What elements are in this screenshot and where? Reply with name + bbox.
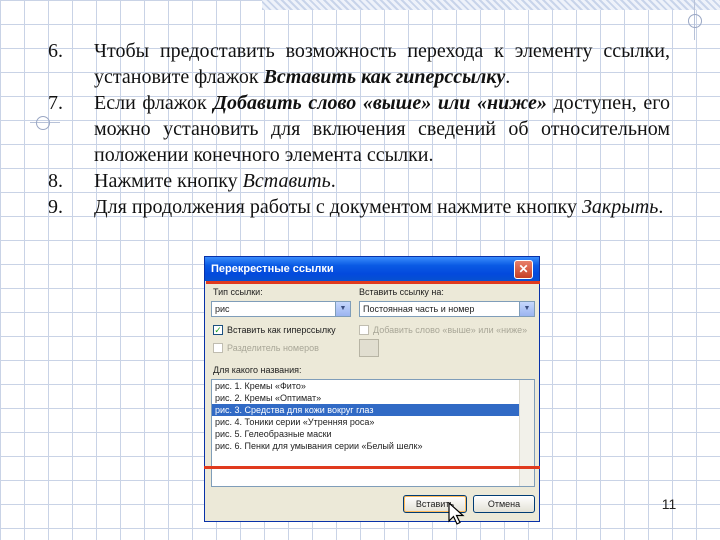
step-number: 9.: [48, 196, 63, 218]
hyperlink-checkbox-label: Вставить как гиперссылку: [227, 325, 336, 335]
reference-type-label: Тип ссылки:: [213, 287, 263, 297]
cross-reference-dialog: Перекрестные ссылки ✕ Тип ссылки: рис ▼ …: [204, 256, 540, 522]
step-text: Нажмите кнопку Вставить.: [94, 170, 336, 192]
separator-checkbox-row[interactable]: Разделитель номеров: [213, 343, 319, 353]
option-name: Добавить слово «выше» или «ниже»: [213, 92, 547, 114]
decorative-top-band: [262, 0, 720, 10]
instruction-step-8: 8. Нажмите кнопку Вставить.: [48, 168, 670, 194]
separator-checkbox[interactable]: [213, 343, 223, 353]
list-scrollbar[interactable]: [519, 380, 534, 486]
reference-type-select[interactable]: рис ▼: [211, 301, 351, 317]
button-name: Вставить: [242, 170, 331, 192]
insert-reference-label: Вставить ссылку на:: [359, 287, 444, 297]
page-number: 11: [661, 496, 677, 512]
list-item[interactable]: рис. 1. Кремы «Фито»: [212, 380, 534, 392]
step-number: 8.: [48, 170, 63, 192]
annotation-line-bottom: [204, 466, 540, 469]
chevron-down-icon[interactable]: ▼: [335, 302, 350, 316]
instruction-step-9: 9. Для продолжения работы с документом н…: [48, 194, 670, 220]
insert-reference-value: Постоянная часть и номер: [363, 304, 475, 314]
chevron-down-icon[interactable]: ▼: [519, 302, 534, 316]
instruction-step-6: 6. Чтобы предоставить возможность перехо…: [48, 38, 670, 90]
hyperlink-checkbox[interactable]: ✓: [213, 325, 223, 335]
list-item[interactable]: рис. 4. Тоники серии «Утренняя роса»: [212, 416, 534, 428]
step-text: Для продолжения работы с документом нажм…: [94, 196, 664, 218]
dialog-title-bar: Перекрестные ссылки ✕: [205, 257, 539, 281]
hyperlink-checkbox-row[interactable]: ✓ Вставить как гиперссылку: [213, 325, 336, 335]
list-item[interactable]: рис. 5. Гелеобразные маски: [212, 428, 534, 440]
insert-reference-select[interactable]: Постоянная часть и номер ▼: [359, 301, 535, 317]
separator-checkbox-label: Разделитель номеров: [227, 343, 319, 353]
above-below-checkbox-row[interactable]: Добавить слово «выше» или «ниже»: [359, 325, 527, 335]
dialog-title: Перекрестные ссылки: [211, 263, 334, 275]
which-caption-label: Для какого названия:: [213, 365, 302, 375]
list-item[interactable]: рис. 6. Пенки для умывания серии «Белый …: [212, 440, 534, 452]
instruction-step-7: 7. Если флажок Добавить слово «выше» или…: [48, 90, 670, 168]
list-item-selected[interactable]: рис. 3. Средства для кожи вокруг глаз: [212, 404, 534, 416]
reference-type-value: рис: [215, 304, 230, 314]
close-icon[interactable]: ✕: [514, 259, 533, 279]
above-below-checkbox[interactable]: [359, 325, 369, 335]
annotation-line-top: [206, 281, 540, 284]
cancel-button[interactable]: Отмена: [473, 495, 535, 513]
instruction-list: 6. Чтобы предоставить возможность перехо…: [48, 38, 670, 220]
step-text: Если флажок Добавить слово «выше» или «н…: [94, 92, 670, 166]
step-number: 7.: [48, 92, 63, 114]
button-name: Закрыть: [582, 196, 659, 218]
list-item[interactable]: рис. 2. Кремы «Оптимат»: [212, 392, 534, 404]
option-name: Вставить как гиперссылку: [263, 66, 506, 88]
caption-list[interactable]: рис. 1. Кремы «Фито» рис. 2. Кремы «Опти…: [211, 379, 535, 487]
step-number: 6.: [48, 40, 63, 62]
mouse-cursor-icon: [448, 502, 465, 525]
above-below-checkbox-label: Добавить слово «выше» или «ниже»: [373, 325, 528, 335]
decorative-circle: [688, 14, 702, 28]
separator-button[interactable]: [359, 339, 379, 357]
step-text: Чтобы предоставить возможность перехода …: [94, 40, 670, 88]
